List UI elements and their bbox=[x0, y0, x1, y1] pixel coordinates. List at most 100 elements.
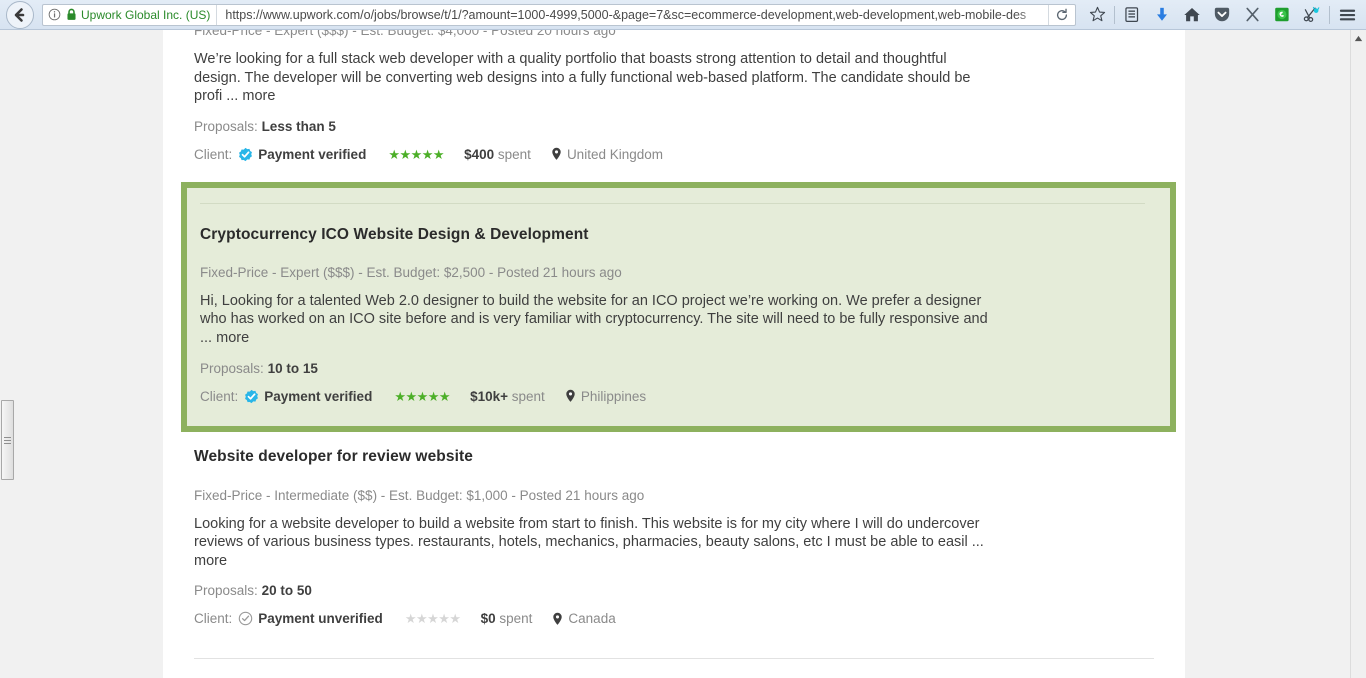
job-meta: Fixed-Price - Expert ($$$) - Est. Budget… bbox=[200, 264, 622, 280]
phone-badge-glyph bbox=[1275, 7, 1289, 22]
x-extension-icon[interactable] bbox=[1237, 2, 1267, 28]
star-glyph bbox=[1089, 6, 1105, 22]
spent-label: spent bbox=[511, 388, 545, 404]
scroll-up-arrow-icon bbox=[1354, 35, 1363, 41]
home-glyph bbox=[1184, 7, 1200, 22]
job-description-text: We’re looking for a full stack web devel… bbox=[194, 51, 971, 105]
client-label: Client: bbox=[200, 388, 239, 404]
payment-verified-icon bbox=[244, 389, 259, 404]
client-spent: $0 spent bbox=[481, 611, 533, 626]
client-row: Client: Payment unverified ★★★★★ $0 spen… bbox=[194, 611, 1155, 626]
page-scrollbar[interactable] bbox=[1350, 30, 1366, 678]
site-owner-label: Upwork Global Inc. (US) bbox=[81, 7, 211, 22]
library-glyph bbox=[1125, 7, 1139, 22]
job-description: Hi, Looking for a talented Web 2.0 desig… bbox=[200, 292, 1000, 348]
spent-label: spent bbox=[497, 146, 531, 162]
proposals-label: Proposals: bbox=[194, 583, 258, 599]
client-location: Canada bbox=[552, 611, 616, 627]
location-label: United Kingdom bbox=[566, 146, 663, 162]
menu-icon[interactable] bbox=[1332, 2, 1362, 28]
pocket-icon[interactable] bbox=[1207, 2, 1237, 28]
url-text[interactable]: https://www.upwork.com/o/jobs/browse/t/1… bbox=[217, 8, 1048, 22]
job-card[interactable]: Website developer for review website Fix… bbox=[163, 432, 1185, 627]
hamburger-glyph bbox=[1339, 9, 1355, 20]
page-viewport: Fixed-Price - Expert ($$$) - Est. Budget… bbox=[0, 30, 1350, 678]
job-proposals: Proposals: Less than 5 bbox=[194, 119, 1155, 134]
job-description: Looking for a website developer to build… bbox=[194, 515, 984, 571]
job-meta: Fixed-Price - Intermediate ($$) - Est. B… bbox=[194, 487, 645, 503]
proposals-value: Less than 5 bbox=[261, 118, 336, 134]
client-label: Client: bbox=[194, 146, 233, 162]
downloads-icon[interactable] bbox=[1147, 2, 1177, 28]
proposals-value: 10 to 15 bbox=[267, 360, 318, 376]
job-card[interactable]: Fixed-Price - Expert ($$$) - Est. Budget… bbox=[163, 30, 1185, 162]
scrollbar-thumb[interactable] bbox=[1, 400, 14, 480]
padlock-icon bbox=[67, 8, 76, 20]
toolbar-separator-2 bbox=[1329, 5, 1330, 24]
scrollbar-grip bbox=[4, 435, 11, 446]
job-description-text: Looking for a website developer to build… bbox=[194, 515, 984, 551]
client-row: Client: Payment verified ★★★★★ $10k+ spe… bbox=[200, 389, 1145, 404]
browser-toolbar: Upwork Global Inc. (US) https://www.upwo… bbox=[0, 0, 1366, 30]
site-identity-box[interactable]: Upwork Global Inc. (US) bbox=[43, 4, 218, 25]
toolbar-separator bbox=[1114, 5, 1115, 24]
job-list-divider bbox=[194, 658, 1154, 660]
client-rating-stars: ★★★★★ bbox=[388, 146, 445, 162]
more-link[interactable]: more bbox=[194, 553, 227, 569]
verified-badge-glyph bbox=[245, 389, 259, 403]
job-card-highlighted[interactable]: Cryptocurrency ICO Website Design & Deve… bbox=[181, 181, 1176, 432]
scissors-sparkle-glyph bbox=[1303, 6, 1320, 23]
client-label: Client: bbox=[194, 611, 233, 627]
browser-extension-toolbar bbox=[1082, 2, 1366, 28]
job-description: We’re looking for a full stack web devel… bbox=[194, 50, 984, 106]
download-arrow-glyph bbox=[1157, 7, 1167, 21]
location-label: Philippines bbox=[580, 388, 647, 404]
payment-verification-label: Payment verified bbox=[264, 388, 373, 404]
library-icon[interactable] bbox=[1117, 2, 1147, 28]
spent-amount: $400 bbox=[464, 146, 495, 162]
job-proposals: Proposals: 20 to 50 bbox=[194, 583, 1155, 598]
job-title[interactable]: Cryptocurrency ICO Website Design & Deve… bbox=[200, 226, 1145, 244]
reload-icon bbox=[1056, 8, 1068, 20]
job-description-text: Hi, Looking for a talented Web 2.0 desig… bbox=[200, 292, 988, 346]
address-bar[interactable]: Upwork Global Inc. (US) https://www.upwo… bbox=[42, 3, 1076, 26]
more-link[interactable]: more bbox=[242, 88, 275, 104]
client-rating-stars: ★★★★★ bbox=[404, 611, 461, 627]
client-rating-stars: ★★★★★ bbox=[394, 388, 451, 404]
job-list-container: Fixed-Price - Expert ($$$) - Est. Budget… bbox=[163, 30, 1185, 678]
payment-unverified-icon bbox=[238, 611, 253, 626]
scroll-up-button[interactable] bbox=[1351, 30, 1366, 46]
payment-verification-label: Payment unverified bbox=[258, 611, 383, 627]
bookmark-star-icon[interactable] bbox=[1082, 2, 1112, 28]
more-link[interactable]: more bbox=[216, 330, 249, 346]
location-pin-icon bbox=[566, 389, 575, 402]
client-row: Client: Payment verified ★★★★★ $400 spen… bbox=[194, 147, 1155, 162]
spent-amount: $0 bbox=[480, 611, 496, 627]
client-spent: $400 spent bbox=[464, 147, 531, 162]
info-icon[interactable] bbox=[48, 8, 61, 21]
client-spent: $10k+ spent bbox=[470, 389, 545, 404]
reload-button[interactable] bbox=[1048, 4, 1075, 25]
client-location: Philippines bbox=[565, 389, 646, 404]
pocket-glyph bbox=[1214, 7, 1230, 22]
job-title[interactable]: Website developer for review website bbox=[194, 448, 1155, 466]
location-pin-icon bbox=[552, 148, 561, 161]
back-button[interactable] bbox=[6, 0, 34, 29]
location-label: Canada bbox=[568, 611, 616, 627]
client-location: United Kingdom bbox=[551, 147, 663, 162]
payment-verification-label: Payment verified bbox=[258, 146, 367, 162]
location-pin-icon bbox=[553, 612, 563, 625]
spent-amount: $10k+ bbox=[470, 388, 509, 404]
job-card-inner: Cryptocurrency ICO Website Design & Deve… bbox=[187, 202, 1170, 426]
proposals-value: 20 to 50 bbox=[261, 583, 312, 599]
snip-tool-icon[interactable] bbox=[1297, 2, 1327, 28]
green-phone-extension-icon[interactable] bbox=[1267, 2, 1297, 28]
home-icon[interactable] bbox=[1177, 2, 1207, 28]
back-arrow-icon bbox=[14, 7, 25, 22]
proposals-label: Proposals: bbox=[200, 360, 264, 376]
job-meta: Fixed-Price - Expert ($$$) - Est. Budget… bbox=[194, 30, 616, 38]
payment-verified-icon bbox=[238, 147, 253, 162]
unverified-badge-glyph bbox=[239, 612, 253, 626]
job-card-body: Cryptocurrency ICO Website Design & Deve… bbox=[194, 226, 1145, 404]
card-top-divider bbox=[200, 202, 1145, 204]
